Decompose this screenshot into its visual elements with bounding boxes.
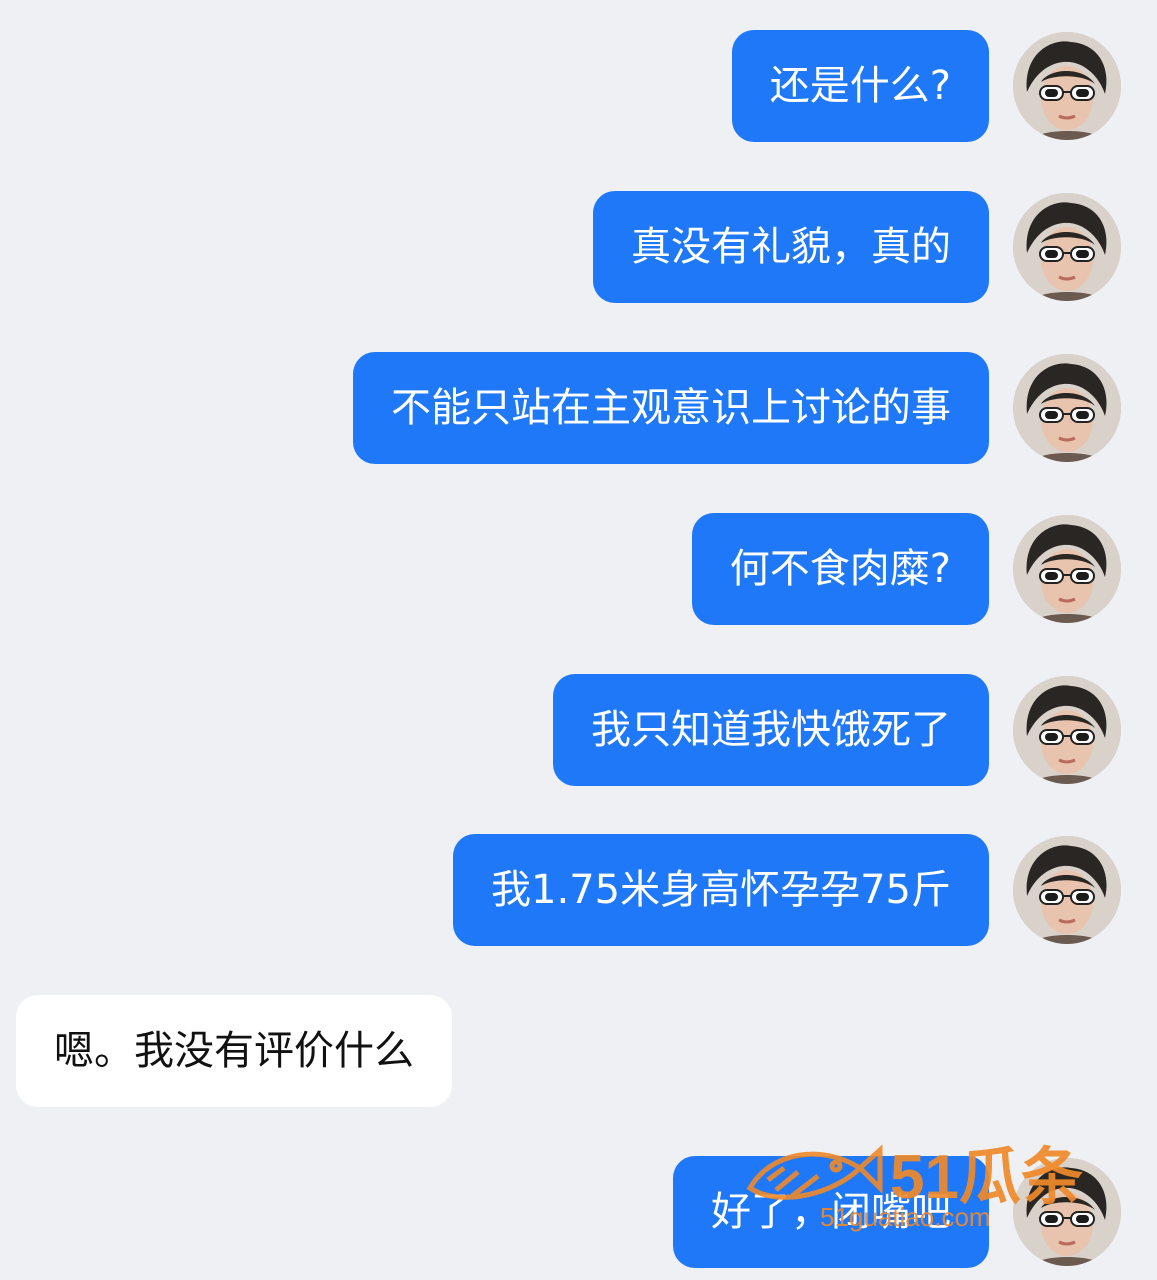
sent-message-bubble[interactable]: 好了，闭嘴吧 bbox=[673, 1156, 989, 1268]
message-row: 还是什么? bbox=[0, 30, 1157, 142]
avatar-icon bbox=[1013, 676, 1121, 784]
avatar-icon bbox=[1013, 32, 1121, 140]
avatar[interactable] bbox=[1013, 193, 1121, 301]
avatar-icon bbox=[1013, 1158, 1121, 1266]
sent-message-bubble[interactable]: 不能只站在主观意识上讨论的事 bbox=[353, 352, 989, 464]
avatar[interactable] bbox=[1013, 836, 1121, 944]
avatar[interactable] bbox=[1013, 515, 1121, 623]
sent-message-bubble[interactable]: 何不食肉糜? bbox=[691, 513, 989, 625]
message-row: 嗯。我没有评价什么 bbox=[0, 995, 1157, 1107]
sent-message-bubble[interactable]: 真没有礼貌，真的 bbox=[593, 191, 989, 303]
avatar-icon bbox=[1013, 515, 1121, 623]
sent-message-bubble[interactable]: 我只知道我快饿死了 bbox=[553, 674, 989, 786]
message-row: 不能只站在主观意识上讨论的事 bbox=[0, 352, 1157, 464]
message-row: 我只知道我快饿死了 bbox=[0, 674, 1157, 786]
sent-message-bubble[interactable]: 我1.75米身高怀孕孕75斤 bbox=[453, 834, 989, 946]
avatar-icon bbox=[1013, 836, 1121, 944]
received-message-bubble[interactable]: 嗯。我没有评价什么 bbox=[16, 995, 452, 1107]
chat-thread[interactable]: 还是什么? 真没有礼貌，真的 不能只站在主观意识上讨论的事 何不食肉糜? 我只知… bbox=[0, 0, 1157, 1280]
avatar-icon bbox=[1013, 193, 1121, 301]
message-row: 真没有礼貌，真的 bbox=[0, 191, 1157, 303]
avatar[interactable] bbox=[1013, 1158, 1121, 1266]
message-row: 好了，闭嘴吧 bbox=[0, 1156, 1157, 1268]
avatar[interactable] bbox=[1013, 676, 1121, 784]
sent-message-bubble[interactable]: 还是什么? bbox=[731, 30, 989, 142]
avatar[interactable] bbox=[1013, 354, 1121, 462]
avatar-icon bbox=[1013, 354, 1121, 462]
avatar[interactable] bbox=[1013, 32, 1121, 140]
message-row: 何不食肉糜? bbox=[0, 513, 1157, 625]
message-row: 我1.75米身高怀孕孕75斤 bbox=[0, 834, 1157, 946]
